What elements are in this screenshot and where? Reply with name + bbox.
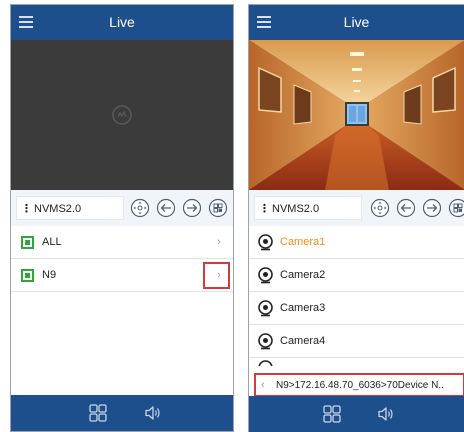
device-bar: ⋮ NVMS2.0 — [249, 190, 464, 226]
back-chevron-icon[interactable]: ‹ — [261, 379, 265, 391]
camera-label: Camera1 — [280, 236, 326, 248]
grid-icon[interactable] — [89, 404, 107, 422]
device-name: NVMS2.0 — [272, 203, 320, 215]
checkbox[interactable] — [21, 236, 34, 249]
corridor-video-frame — [249, 40, 464, 190]
camera-label: Camera4 — [280, 335, 326, 347]
prev-icon[interactable] — [156, 198, 176, 218]
next-icon[interactable] — [182, 198, 202, 218]
breadcrumb-path: N9>172.16.48.70_6036>70Device N.. — [276, 380, 444, 391]
ptz-icon[interactable] — [130, 198, 150, 218]
video-placeholder-icon — [112, 105, 132, 125]
bottom-bar — [249, 396, 464, 432]
device-selector[interactable]: ⋮ NVMS2.0 — [16, 196, 124, 220]
speaker-icon[interactable] — [377, 405, 395, 423]
top-bar: Live — [249, 5, 464, 40]
checkbox[interactable] — [21, 269, 34, 282]
prev-icon[interactable] — [396, 198, 416, 218]
page-title: Live — [343, 14, 370, 30]
page-title: Live — [109, 14, 135, 30]
camera-icon — [258, 360, 273, 366]
camera-icon — [258, 234, 273, 251]
list-item-all[interactable]: ALL › — [11, 226, 233, 259]
device-selector[interactable]: ⋮ NVMS2.0 — [254, 196, 362, 220]
next-icon[interactable] — [422, 198, 442, 218]
camera-row[interactable]: Camera4 — [249, 325, 464, 358]
list-item-label: N9 — [42, 269, 57, 281]
camera-row[interactable]: Camera1 — [249, 226, 464, 259]
ptz-icon[interactable] — [370, 198, 390, 218]
chevron-right-icon[interactable]: › — [213, 269, 225, 281]
layout-icon[interactable] — [208, 198, 228, 218]
camera-row[interactable]: Camera2 — [249, 259, 464, 292]
left-screen: Live ⋮ NVMS2.0 ALL › N9 › — [10, 4, 234, 432]
camera-label: Camera2 — [280, 269, 326, 281]
grid-icon[interactable] — [323, 405, 341, 423]
camera-row-partial — [249, 358, 464, 366]
camera-row[interactable]: Camera3 — [249, 292, 464, 325]
device-name: NVMS2.0 — [34, 203, 82, 215]
chevron-right-icon[interactable]: › — [213, 236, 225, 248]
breadcrumb[interactable]: ‹ N9>172.16.48.70_6036>70Device N.. — [254, 373, 464, 397]
video-view[interactable] — [249, 40, 464, 190]
speaker-icon[interactable] — [144, 404, 162, 422]
camera-icon — [258, 267, 273, 284]
device-bar: ⋮ NVMS2.0 — [11, 190, 233, 226]
bottom-bar — [11, 395, 233, 431]
video-view[interactable] — [11, 40, 233, 190]
layout-icon[interactable] — [448, 198, 464, 218]
top-bar: Live — [11, 5, 233, 40]
camera-label: Camera3 — [280, 302, 326, 314]
right-screen: Live ⋮ NVMS2.0 Camera1 Camera2 Camera3 C… — [248, 4, 464, 432]
list-item-n9[interactable]: N9 › — [11, 259, 233, 292]
device-list: ALL › N9 › — [11, 226, 233, 292]
camera-list: Camera1 Camera2 Camera3 Camera4 — [249, 226, 464, 366]
list-item-label: ALL — [42, 236, 62, 248]
camera-icon — [258, 300, 273, 317]
camera-icon — [258, 333, 273, 350]
